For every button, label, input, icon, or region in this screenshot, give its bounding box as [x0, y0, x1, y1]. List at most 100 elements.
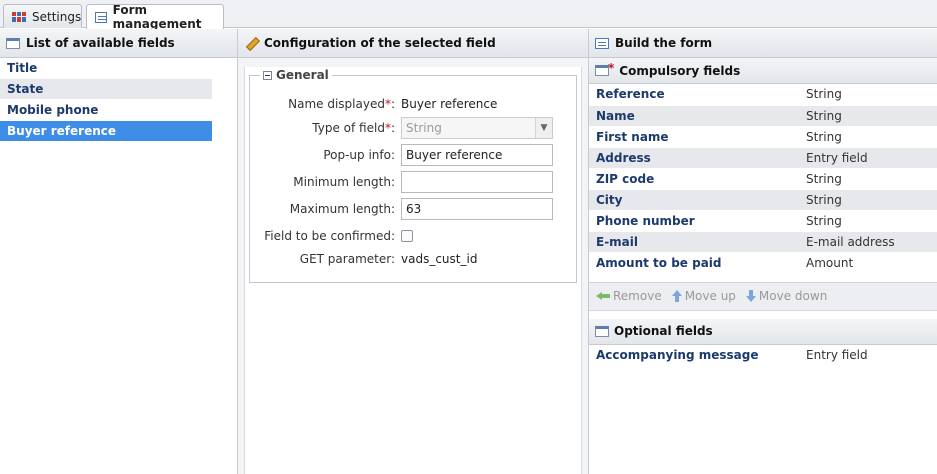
- remove-button[interactable]: Remove: [596, 289, 662, 303]
- move-down-icon: [745, 290, 756, 302]
- field-label: GET parameter:: [299, 252, 395, 266]
- field-name: Address: [589, 147, 799, 169]
- max-length-input[interactable]: [401, 198, 553, 220]
- tab-label: Settings: [32, 9, 82, 24]
- button-label: Move down: [758, 289, 828, 303]
- type-row: Type of field*: String ▼: [250, 117, 576, 139]
- settings-grid-icon: [12, 11, 26, 22]
- type-select[interactable]: String ▼: [401, 117, 553, 139]
- field-label: Name displayed*:: [288, 97, 395, 111]
- table-row[interactable]: Accompanying message Entry field: [589, 344, 937, 366]
- field-type: String: [799, 84, 937, 106]
- table-row[interactable]: E-mail E-mail address: [589, 231, 937, 253]
- panel-title: List of available fields: [26, 36, 175, 50]
- window-icon: [595, 65, 609, 76]
- field-type: Amount: [799, 252, 937, 274]
- field-type: E-mail address: [799, 231, 937, 253]
- available-fields-list: Title State Mobile phone Buyer reference: [0, 58, 212, 142]
- popup-row: Pop-up info:: [250, 144, 576, 166]
- field-name: City: [589, 189, 799, 211]
- pencil-icon: [244, 36, 258, 50]
- legend-label: General: [276, 68, 329, 82]
- table-row[interactable]: Amount to be paid Amount: [589, 252, 937, 274]
- section-title: Optional fields: [614, 324, 713, 338]
- field-type: String: [799, 189, 937, 211]
- name-displayed-row: Name displayed*: Buyer reference: [250, 93, 576, 115]
- compulsory-header: * Compulsory fields: [589, 58, 937, 84]
- panel-header: Configuration of the selected field: [238, 29, 588, 58]
- field-type: Entry field: [799, 344, 937, 366]
- available-fields-panel: List of available fields Title State Mob…: [0, 29, 238, 474]
- panel-header: Build the form: [589, 29, 937, 58]
- optional-header: Optional fields: [589, 318, 937, 345]
- select-value: String: [406, 121, 442, 135]
- table-row[interactable]: First name String: [589, 126, 937, 148]
- window-icon: [6, 37, 20, 49]
- list-item-selected[interactable]: Buyer reference: [0, 121, 212, 142]
- min-length-row: Minimum length:: [250, 171, 576, 193]
- tab-form-management[interactable]: Form management: [86, 3, 224, 31]
- field-type: String: [799, 168, 937, 190]
- table-row[interactable]: City String: [589, 189, 937, 211]
- field-type: String: [799, 210, 937, 232]
- table-row[interactable]: Reference String: [589, 84, 937, 106]
- remove-arrow-icon: [596, 292, 610, 300]
- tab-settings[interactable]: Settings: [3, 4, 82, 28]
- list-item[interactable]: Mobile phone: [0, 100, 212, 121]
- confirm-checkbox[interactable]: [401, 230, 413, 242]
- panel-header: List of available fields: [0, 29, 237, 58]
- button-label: Move up: [684, 289, 736, 303]
- fieldset-legend[interactable]: General: [260, 68, 332, 82]
- optional-fields-table: Accompanying message Entry field: [589, 344, 937, 366]
- field-name: Reference: [589, 84, 799, 106]
- list-item[interactable]: State: [0, 79, 212, 100]
- field-name: Amount to be paid: [589, 252, 799, 274]
- field-toolbar: Remove Move up Move down: [589, 281, 937, 311]
- move-up-icon: [671, 290, 682, 302]
- field-label: Maximum length:: [289, 202, 395, 216]
- name-displayed-value: Buyer reference: [401, 97, 498, 111]
- confirm-row: Field to be confirmed:: [250, 225, 576, 247]
- field-label: Minimum length:: [293, 175, 395, 189]
- table-row[interactable]: Name String: [589, 105, 937, 127]
- field-type: String: [799, 105, 937, 127]
- field-configuration-panel: Configuration of the selected field Gene…: [238, 29, 589, 474]
- popup-input[interactable]: [401, 144, 553, 166]
- tab-label: Form management: [112, 3, 202, 31]
- min-length-input[interactable]: [401, 171, 553, 193]
- form-icon: [95, 11, 107, 23]
- move-up-button[interactable]: Move up: [671, 289, 736, 303]
- list-item[interactable]: Title: [0, 58, 212, 79]
- general-fieldset: General Name displayed*: Buyer reference…: [249, 68, 577, 283]
- field-name: Accompanying message: [589, 344, 799, 366]
- form-icon: [595, 37, 609, 49]
- field-type: String: [799, 126, 937, 148]
- panel-title: Build the form: [615, 36, 713, 50]
- field-name: Phone number: [589, 210, 799, 232]
- field-label: Field to be confirmed:: [264, 229, 395, 243]
- move-down-button[interactable]: Move down: [745, 289, 828, 303]
- field-label: Pop-up info:: [323, 148, 395, 162]
- panel-title: Configuration of the selected field: [264, 36, 496, 50]
- window-icon: [595, 325, 609, 337]
- tab-bar: Settings Form management: [0, 0, 937, 31]
- build-form-panel: Build the form * Compulsory fields Refer…: [589, 29, 937, 474]
- field-name: Name: [589, 105, 799, 127]
- dropdown-arrow-icon[interactable]: ▼: [535, 118, 552, 138]
- table-row[interactable]: Phone number String: [589, 210, 937, 232]
- field-label: Type of field*:: [312, 121, 395, 135]
- compulsory-fields-table: Reference String Name String First name Str…: [589, 84, 937, 274]
- get-parameter-value: vads_cust_id: [401, 252, 478, 266]
- field-type: Entry field: [799, 147, 937, 169]
- max-length-row: Maximum length:: [250, 198, 576, 220]
- collapse-icon[interactable]: [263, 70, 272, 80]
- section-title: Compulsory fields: [619, 63, 741, 78]
- config-body: General Name displayed*: Buyer reference…: [244, 67, 582, 474]
- button-label: Remove: [613, 289, 662, 303]
- field-name: ZIP code: [589, 168, 799, 190]
- field-name: E-mail: [589, 231, 799, 253]
- table-row[interactable]: Address Entry field: [589, 147, 937, 169]
- table-row[interactable]: ZIP code String: [589, 168, 937, 190]
- get-parameter-row: GET parameter: vads_cust_id: [250, 248, 576, 270]
- field-name: First name: [589, 126, 799, 148]
